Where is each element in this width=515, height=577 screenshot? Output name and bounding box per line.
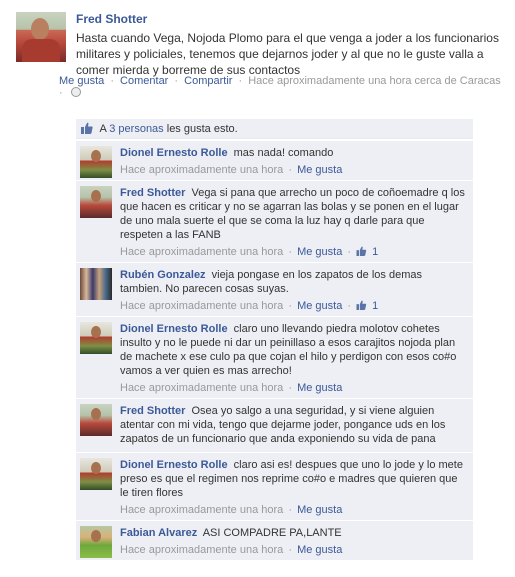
comment-meta: Hace aproximadamente una hora · Me gusta…	[120, 300, 467, 312]
comment-like-link[interactable]: Me gusta	[297, 544, 342, 556]
comment-text-block: Fred Shotter Osea yo salgo a una segurid…	[120, 404, 467, 446]
comment-author-link[interactable]: Fred Shotter	[120, 405, 185, 417]
comment-text-block: Fred Shotter Vega si pana que arrecho un…	[120, 186, 467, 242]
avatar-shirt	[22, 39, 60, 62]
avatar-face	[31, 18, 49, 40]
comment-meta: Hace aproximadamente una hora · Me gusta	[120, 504, 467, 516]
comment-item: Fabian Alvarez ASI COMPADRE PA,LANTE Hac…	[76, 521, 473, 561]
separator-dot: ·	[288, 300, 292, 312]
comment-time[interactable]: Hace aproximadamente una hora	[120, 544, 283, 556]
commenter-avatar[interactable]	[80, 146, 112, 178]
separator-dot: ·	[238, 75, 243, 87]
comment-author-link[interactable]: Dionel Ernesto Rolle	[120, 323, 228, 335]
likes-prefix: A	[99, 123, 107, 135]
comment-text: mas nada! comando	[233, 147, 334, 159]
post-timestamp[interactable]: Hace aproximadamente una hora cerca de C…	[248, 75, 501, 87]
comment-item: Rubén Gonzalez vieja pongase en los zapa…	[76, 263, 473, 317]
comment-text-block: Dionel Ernesto Rolle claro uno llevando …	[120, 322, 467, 378]
post-author-link[interactable]: Fred Shotter	[76, 12, 506, 26]
separator-dot: ·	[110, 75, 114, 87]
comment-author-link[interactable]: Fabian Alvarez	[120, 527, 197, 539]
comment-meta: Hace aproximadamente una hora · Me gusta…	[120, 246, 467, 258]
comment-list: Dionel Ernesto Rolle mas nada! comando H…	[76, 141, 473, 561]
commenter-avatar[interactable]	[80, 404, 112, 436]
likes-people-link[interactable]: 3 personas	[109, 123, 163, 135]
separator-dot: ·	[347, 246, 352, 258]
separator-dot: ·	[59, 87, 63, 99]
separator-dot: ·	[288, 164, 292, 176]
separator-dot: ·	[288, 544, 292, 556]
comment-time[interactable]: Hace aproximadamente una hora	[120, 246, 283, 258]
comment-item: Fred Shotter Vega si pana que arrecho un…	[76, 181, 473, 263]
comment-item: Dionel Ernesto Rolle claro uno llevando …	[76, 317, 473, 399]
commenter-avatar[interactable]	[80, 526, 112, 558]
globe-icon[interactable]	[70, 87, 81, 97]
separator-dot: ·	[288, 382, 292, 394]
comment-author-link[interactable]: Rubén Gonzalez	[120, 269, 206, 281]
avatar-head	[91, 462, 101, 474]
comment-text: ASI COMPADRE PA,LANTE	[202, 527, 342, 539]
avatar-head	[91, 150, 101, 162]
post-actions: Me gusta · Comentar · Compartir · Hace a…	[59, 75, 501, 99]
comment-like-count[interactable]: 1	[372, 246, 378, 258]
comment-meta: Hace aproximadamente una hora · Me gusta	[120, 382, 467, 394]
thumbs-up-icon	[81, 122, 93, 134]
avatar-head	[91, 190, 101, 202]
comment-author-link[interactable]: Fred Shotter	[120, 187, 185, 199]
comment-like-link[interactable]: Me gusta	[297, 246, 342, 258]
comment-like-link[interactable]: Me gusta	[297, 504, 342, 516]
comment-time[interactable]: Hace aproximadamente una hora	[120, 504, 283, 516]
comment-text-block: Dionel Ernesto Rolle mas nada! comando	[120, 146, 467, 160]
commenter-avatar[interactable]	[80, 322, 112, 354]
author-avatar[interactable]	[16, 12, 66, 62]
like-link[interactable]: Me gusta	[59, 75, 104, 87]
comment-time[interactable]: Hace aproximadamente una hora	[120, 382, 283, 394]
post-body: Fred Shotter Hasta cuando Vega, Nojoda P…	[76, 12, 506, 78]
comment-author-link[interactable]: Dionel Ernesto Rolle	[120, 147, 228, 159]
comment-meta: Hace aproximadamente una hora · Me gusta	[120, 544, 467, 556]
avatar-head	[91, 326, 101, 338]
share-link[interactable]: Compartir	[184, 75, 232, 87]
like-count-icon[interactable]	[356, 300, 367, 310]
avatar-head	[91, 408, 101, 420]
separator-dot: ·	[174, 75, 179, 87]
comment-text-block: Rubén Gonzalez vieja pongase en los zapa…	[120, 268, 467, 296]
comment-time[interactable]: Hace aproximadamente una hora	[120, 300, 283, 312]
commenter-avatar[interactable]	[80, 458, 112, 490]
separator-dot: ·	[347, 300, 352, 312]
comment-text-block: Dionel Ernesto Rolle claro asi es! despu…	[120, 458, 467, 500]
comment-item: Fred Shotter Osea yo salgo a una segurid…	[76, 399, 473, 453]
comment-like-link[interactable]: Me gusta	[297, 300, 342, 312]
commenter-avatar[interactable]	[80, 186, 112, 218]
commenter-avatar[interactable]	[80, 268, 112, 300]
separator-dot: ·	[288, 504, 292, 516]
comment-like-link[interactable]: Me gusta	[297, 382, 342, 394]
comment-author-link[interactable]: Dionel Ernesto Rolle	[120, 459, 228, 471]
comment-item: Dionel Ernesto Rolle mas nada! comando H…	[76, 141, 473, 181]
comment-text-block: Fabian Alvarez ASI COMPADRE PA,LANTE	[120, 526, 467, 540]
comment-meta: Hace aproximadamente una hora · Me gusta	[120, 164, 467, 176]
post-text: Hasta cuando Vega, Nojoda Plomo para el …	[76, 31, 499, 77]
comment-time[interactable]: Hace aproximadamente una hora	[120, 164, 283, 176]
comment-like-count[interactable]: 1	[372, 300, 378, 312]
comment-link[interactable]: Comentar	[120, 75, 168, 87]
likes-suffix: les gusta esto.	[166, 123, 238, 135]
comment-item: Dionel Ernesto Rolle claro asi es! despu…	[76, 453, 473, 521]
likes-summary: A 3 personas les gusta esto.	[76, 119, 473, 139]
comment-like-link[interactable]: Me gusta	[297, 164, 342, 176]
avatar-head	[91, 530, 101, 542]
like-count-icon[interactable]	[356, 246, 367, 256]
separator-dot: ·	[288, 246, 292, 258]
